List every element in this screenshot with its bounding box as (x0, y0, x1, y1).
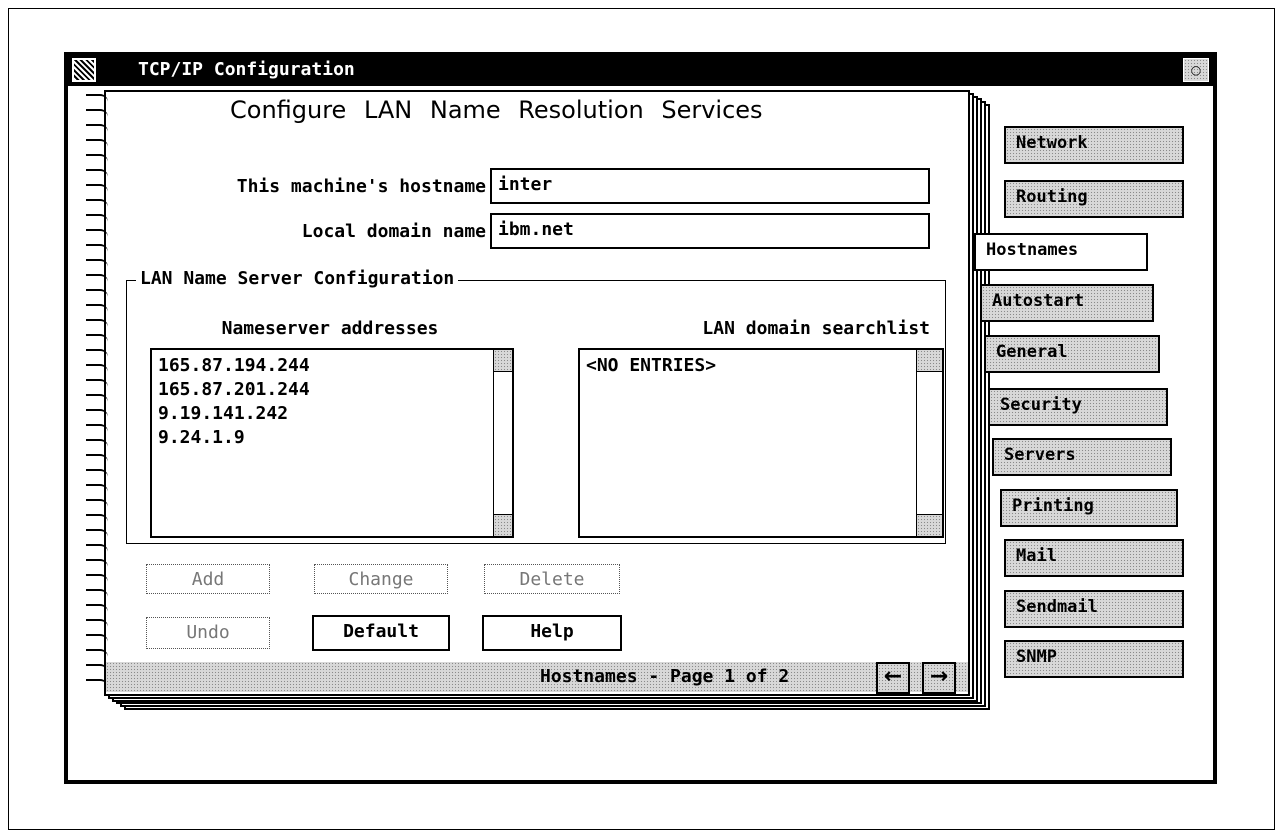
nameserver-scrollbar[interactable] (493, 350, 512, 536)
spiral-coil (86, 484, 108, 492)
left-arrow-icon[interactable]: ← (876, 662, 910, 694)
tab-general[interactable]: General (984, 335, 1160, 373)
spiral-coil (86, 259, 108, 267)
searchlist-list: <NO ENTRIES> (586, 354, 906, 378)
spiral-coil (86, 139, 108, 147)
tab-routing[interactable]: Routing (1004, 180, 1184, 218)
spiral-coil (86, 94, 108, 102)
tab-hostnames[interactable]: Hostnames (974, 233, 1148, 271)
spiral-coil (86, 679, 108, 687)
spiral-coil (86, 604, 108, 612)
spiral-coil (86, 454, 108, 462)
spiral-coil (86, 409, 108, 417)
spiral-coil (86, 559, 108, 567)
tab-autostart[interactable]: Autostart (980, 284, 1154, 322)
page-status-bar (106, 662, 968, 692)
hostname-field[interactable]: inter (490, 168, 930, 204)
tab-snmp[interactable]: SNMP (1004, 640, 1184, 678)
spiral-coil (86, 424, 108, 432)
list-item[interactable]: 9.24.1.9 (158, 426, 478, 450)
scroll-up-icon[interactable] (494, 350, 512, 372)
delete-button[interactable]: Delete (484, 564, 620, 594)
right-arrow-icon[interactable]: → (922, 662, 956, 694)
tab-printing[interactable]: Printing (1000, 489, 1178, 527)
window-title: TCP/IP Configuration (138, 59, 355, 80)
list-item[interactable]: 165.87.201.244 (158, 378, 478, 402)
spiral-coil (86, 364, 108, 372)
spiral-coil (86, 319, 108, 327)
searchlist-scrollbar[interactable] (916, 350, 942, 536)
spiral-coil (86, 574, 108, 582)
spiral-coil (86, 544, 108, 552)
hostname-label: This machine's hostname (236, 176, 486, 197)
change-button[interactable]: Change (314, 564, 448, 594)
spiral-coil (86, 634, 108, 642)
notebook-spiral-binding (86, 94, 110, 704)
nameserver-list: 165.87.194.244 165.87.201.244 9.19.141.242… (158, 354, 478, 450)
spiral-coil (86, 394, 108, 402)
spiral-coil (86, 619, 108, 627)
spiral-coil (86, 439, 108, 447)
minimize-icon[interactable]: ○ (1183, 58, 1209, 82)
spiral-coil (86, 469, 108, 477)
domain-label: Local domain name (301, 221, 486, 242)
spiral-coil (86, 514, 108, 522)
tab-sendmail[interactable]: Sendmail (1004, 590, 1184, 628)
spiral-coil (86, 124, 108, 132)
spiral-coil (86, 169, 108, 177)
page-status-text: Hostnames - Page 1 of 2 (540, 666, 790, 687)
tab-security[interactable]: Security (988, 388, 1168, 426)
group-label: LAN Name Server Configuration (136, 268, 459, 289)
spiral-coil (86, 589, 108, 597)
scroll-up-icon[interactable] (917, 350, 942, 372)
tab-servers[interactable]: Servers (992, 438, 1172, 476)
spiral-coil (86, 289, 108, 297)
spiral-coil (86, 109, 108, 117)
searchlist-header: LAN domain searchlist (702, 318, 930, 339)
spiral-coil (86, 649, 108, 657)
scroll-down-icon[interactable] (494, 514, 512, 536)
spiral-coil (86, 184, 108, 192)
spiral-coil (86, 154, 108, 162)
spiral-coil (86, 199, 108, 207)
tab-network[interactable]: Network (1004, 126, 1184, 164)
system-menu-icon[interactable] (72, 58, 96, 82)
add-button[interactable]: Add (146, 564, 270, 594)
list-item[interactable]: <NO ENTRIES> (586, 354, 906, 378)
spiral-coil (86, 274, 108, 282)
spiral-coil (86, 499, 108, 507)
spiral-coil (86, 379, 108, 387)
spiral-coil (86, 664, 108, 672)
spiral-coil (86, 229, 108, 237)
default-button[interactable]: Default (312, 615, 450, 651)
undo-button[interactable]: Undo (146, 617, 270, 649)
scroll-down-icon[interactable] (917, 514, 942, 536)
domain-field[interactable]: ibm.net (490, 213, 930, 249)
spiral-coil (86, 214, 108, 222)
spiral-coil (86, 334, 108, 342)
spiral-coil (86, 244, 108, 252)
nameserver-header: Nameserver addresses (221, 318, 439, 339)
tab-mail[interactable]: Mail (1004, 539, 1184, 577)
spiral-coil (86, 529, 108, 537)
spiral-coil (86, 304, 108, 312)
spiral-coil (86, 349, 108, 357)
help-button[interactable]: Help (482, 615, 622, 651)
page-heading: Configure LAN Name Resolution Services (230, 96, 763, 124)
list-item[interactable]: 9.19.141.242 (158, 402, 478, 426)
list-item[interactable]: 165.87.194.244 (158, 354, 478, 378)
